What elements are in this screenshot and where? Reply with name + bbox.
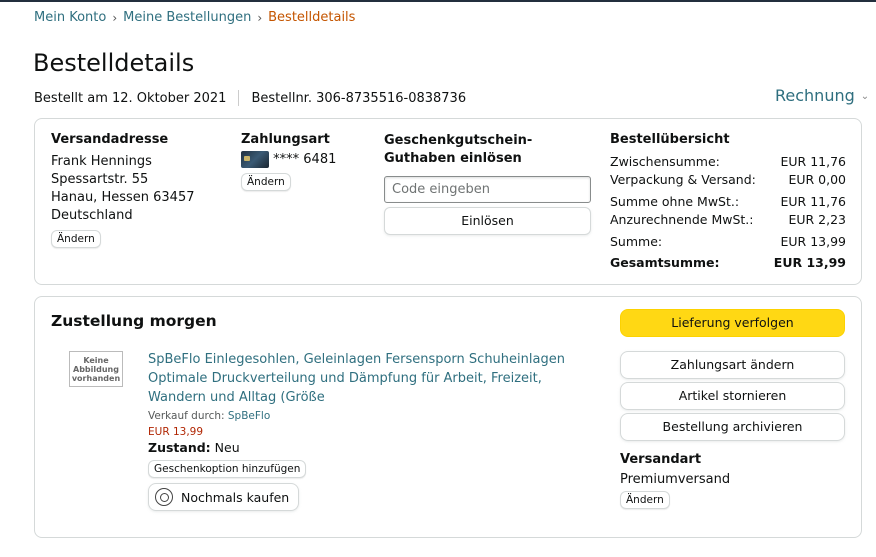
summary-value: EUR 11,76 xyxy=(780,154,847,169)
summary-row: Summe ohne MwSt.: EUR 11,76 xyxy=(610,193,846,211)
order-summary: Bestellübersicht Zwischensumme: EUR 11,7… xyxy=(610,132,846,272)
invoice-dropdown[interactable]: Rechnung ⌄ xyxy=(775,86,869,105)
breadcrumb-separator-icon: › xyxy=(257,10,263,25)
summary-row: Anzurechnende MwSt.: EUR 2,23 xyxy=(610,211,846,229)
shipping-method-value: Premiumversand xyxy=(620,472,731,487)
payment-method: Zahlungsart **** 6481 Ändern xyxy=(241,132,371,191)
summary-label: Gesamtsumme: xyxy=(610,255,720,270)
summary-value: EUR 2,23 xyxy=(788,212,846,227)
delivery-box: Zustellung morgen Keine Abbildung vorhan… xyxy=(34,296,862,538)
summary-total-row: Gesamtsumme: EUR 13,99 xyxy=(610,254,846,272)
product-title-link[interactable]: SpBeFlo Einlegesohlen, Geleinlagen Ferse… xyxy=(148,350,588,407)
credit-card-icon xyxy=(241,151,269,168)
seller-link[interactable]: SpBeFlo xyxy=(228,410,270,422)
summary-row: Verpackung & Versand: EUR 0,00 xyxy=(610,171,846,189)
summary-title: Bestellübersicht xyxy=(610,132,730,147)
product-image-placeholder[interactable]: Keine Abbildung vorhanden xyxy=(69,351,123,387)
archive-order-button[interactable]: Bestellung archivieren xyxy=(620,413,845,441)
chevron-down-icon: ⌄ xyxy=(860,91,870,102)
change-payment-method-button[interactable]: Zahlungsart ändern xyxy=(620,351,845,379)
order-number: Bestellnr. 306-8735516-0838736 xyxy=(251,90,467,106)
change-payment-button[interactable]: Ändern xyxy=(241,173,291,191)
card-number: **** 6481 xyxy=(273,152,337,167)
voucher-title: Geschenkgutschein-Guthaben einlösen xyxy=(384,133,533,166)
page-title: Bestelldetails xyxy=(33,49,195,77)
summary-label: Zwischensumme: xyxy=(610,154,720,169)
seller-info: Verkauf durch: SpBeFlo xyxy=(148,410,588,422)
summary-value: EUR 13,99 xyxy=(773,255,846,270)
order-date: Bestellt am 12. Oktober 2021 xyxy=(34,90,227,106)
product-price: EUR 13,99 xyxy=(148,426,204,438)
change-shipping-button[interactable]: Ändern xyxy=(620,491,670,509)
payment-card: **** 6481 xyxy=(241,151,371,169)
summary-label: Anzurechnende MwSt.: xyxy=(610,212,754,227)
buy-again-icon xyxy=(155,488,173,506)
summary-value: EUR 13,99 xyxy=(780,234,847,249)
summary-row: Summe: EUR 13,99 xyxy=(610,233,846,251)
summary-value: EUR 0,00 xyxy=(788,172,846,187)
summary-row: Zwischensumme: EUR 11,76 xyxy=(610,153,846,171)
voucher-redeem: Geschenkgutschein-Guthaben einlösen Code… xyxy=(384,132,594,235)
meta-divider xyxy=(238,90,240,106)
address-line: Frank Hennings xyxy=(51,154,152,169)
breadcrumb-current: Bestelldetails xyxy=(268,10,356,25)
payment-title: Zahlungsart xyxy=(241,132,330,147)
condition-label: Zustand: xyxy=(148,440,211,455)
redeem-button[interactable]: Einlösen xyxy=(384,207,591,235)
seller-prefix: Verkauf durch: xyxy=(148,410,228,422)
add-gift-option-button[interactable]: Geschenkoption hinzufügen xyxy=(148,460,307,478)
shipping-address: Versandadresse Frank Hennings Spessartst… xyxy=(51,132,221,248)
summary-label: Summe: xyxy=(610,234,663,249)
address-line: Deutschland xyxy=(51,208,133,223)
shipping-method-title: Versandart xyxy=(620,452,702,467)
buy-again-button[interactable]: Nochmals kaufen xyxy=(148,483,300,511)
address-line: Spessartstr. 55 xyxy=(51,172,149,187)
buy-again-label: Nochmals kaufen xyxy=(181,489,290,505)
summary-label: Verpackung & Versand: xyxy=(610,172,756,187)
breadcrumb-separator-icon: › xyxy=(112,10,118,25)
change-address-button[interactable]: Ändern xyxy=(51,230,101,248)
condition-value: Neu xyxy=(214,440,240,455)
breadcrumb: Mein Konto › Meine Bestellungen › Bestel… xyxy=(34,10,355,25)
top-border xyxy=(0,0,876,2)
delivery-title: Zustellung morgen xyxy=(51,312,217,330)
cancel-item-button[interactable]: Artikel stornieren xyxy=(620,382,845,410)
summary-label: Summe ohne MwSt.: xyxy=(610,194,740,209)
order-info-box: Versandadresse Frank Hennings Spessartst… xyxy=(34,118,862,285)
invoice-label: Rechnung xyxy=(775,86,855,105)
address-title: Versandadresse xyxy=(51,132,169,147)
summary-value: EUR 11,76 xyxy=(780,194,847,209)
voucher-code-input[interactable]: Code eingeben xyxy=(384,176,591,203)
breadcrumb-account[interactable]: Mein Konto xyxy=(34,10,106,25)
order-actions: Lieferung verfolgen Zahlungsart ändern A… xyxy=(620,309,845,509)
breadcrumb-orders[interactable]: Meine Bestellungen xyxy=(123,10,251,25)
track-delivery-button[interactable]: Lieferung verfolgen xyxy=(620,309,845,337)
product-condition: Zustand: Neu xyxy=(148,440,588,455)
address-line: Hanau, Hessen 63457 xyxy=(51,190,195,205)
order-meta: Bestellt am 12. Oktober 2021 Bestellnr. … xyxy=(34,90,466,106)
product-item: SpBeFlo Einlegesohlen, Geleinlagen Ferse… xyxy=(148,350,588,511)
